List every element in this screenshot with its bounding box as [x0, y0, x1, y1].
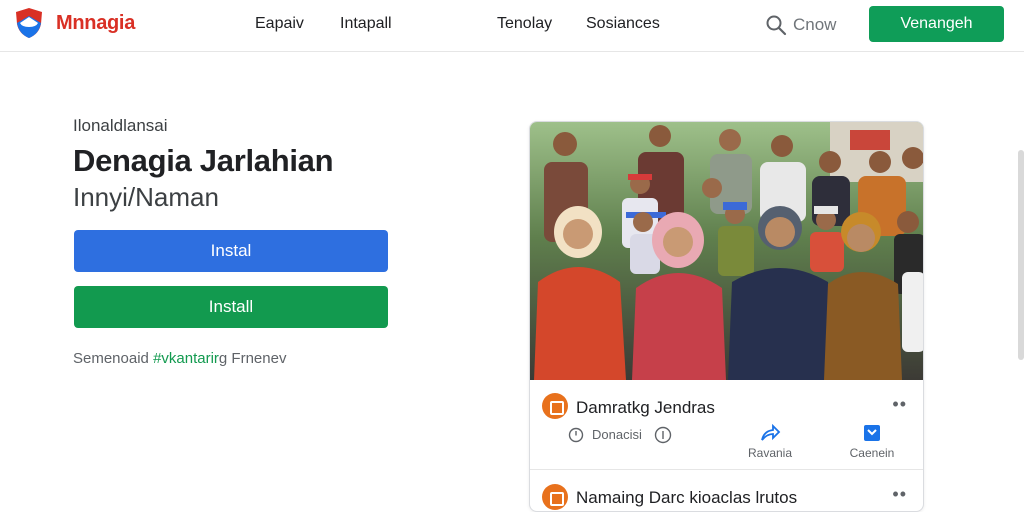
share-arrow-icon [761, 424, 781, 441]
info-icon[interactable] [654, 426, 672, 444]
more-options-icon[interactable]: •• [892, 484, 907, 505]
post-meta: Donacisi [592, 427, 642, 442]
clock-icon [568, 427, 584, 443]
top-navigation-bar: Mnnagia Eapaiv Intapall Tenolay Sosiance… [0, 0, 1024, 52]
share-action[interactable]: Ravania [742, 424, 798, 460]
post-title[interactable]: Namaing Darc kioaclas lrutos [576, 488, 797, 508]
post-avatar-icon[interactable] [542, 393, 568, 419]
install-secondary-button[interactable]: Install [74, 286, 388, 328]
search-icon[interactable] [765, 14, 787, 36]
bookmark-icon [864, 425, 880, 441]
feed-card: Damratkg Jendras •• Donacisi Ravania Cae… [529, 121, 924, 512]
header-cta-button[interactable]: Venangeh [869, 6, 1004, 42]
nav-link-4[interactable]: Sosiances [586, 15, 660, 33]
shield-logo-icon[interactable] [14, 7, 44, 39]
post-title[interactable]: Damratkg Jendras [576, 398, 715, 418]
share-action-label: Ravania [747, 446, 793, 460]
search-input[interactable]: Cnow [793, 15, 836, 35]
install-primary-button[interactable]: Instal [74, 230, 388, 272]
post-avatar-icon[interactable] [542, 484, 568, 510]
hero-note-link[interactable]: #vkantarir [153, 350, 219, 367]
post-divider [530, 469, 923, 470]
save-action[interactable]: Caenein [840, 424, 904, 460]
hero-note-prefix: Semenoaid [73, 350, 154, 367]
nav-link-3[interactable]: Tenolay [497, 15, 552, 33]
more-options-icon[interactable]: •• [892, 394, 907, 415]
hero-subtitle: Innyi/Naman [73, 182, 219, 212]
brand-name[interactable]: Mnnagia [56, 12, 135, 35]
nav-link-2[interactable]: Intapall [340, 15, 392, 33]
hero-eyebrow: Ilonaldlansai [73, 116, 168, 135]
save-action-label: Caenein [849, 446, 895, 460]
group-photo[interactable] [530, 122, 924, 380]
page-scrollbar[interactable] [1018, 150, 1024, 360]
hero-title: Denagia Jarlahian [73, 143, 334, 178]
hero-note: Semenoaid #vkantarirg Frnenev [73, 350, 286, 367]
nav-link-1[interactable]: Eapaiv [255, 15, 304, 33]
hero-note-suffix: g Frnenev [218, 350, 287, 367]
